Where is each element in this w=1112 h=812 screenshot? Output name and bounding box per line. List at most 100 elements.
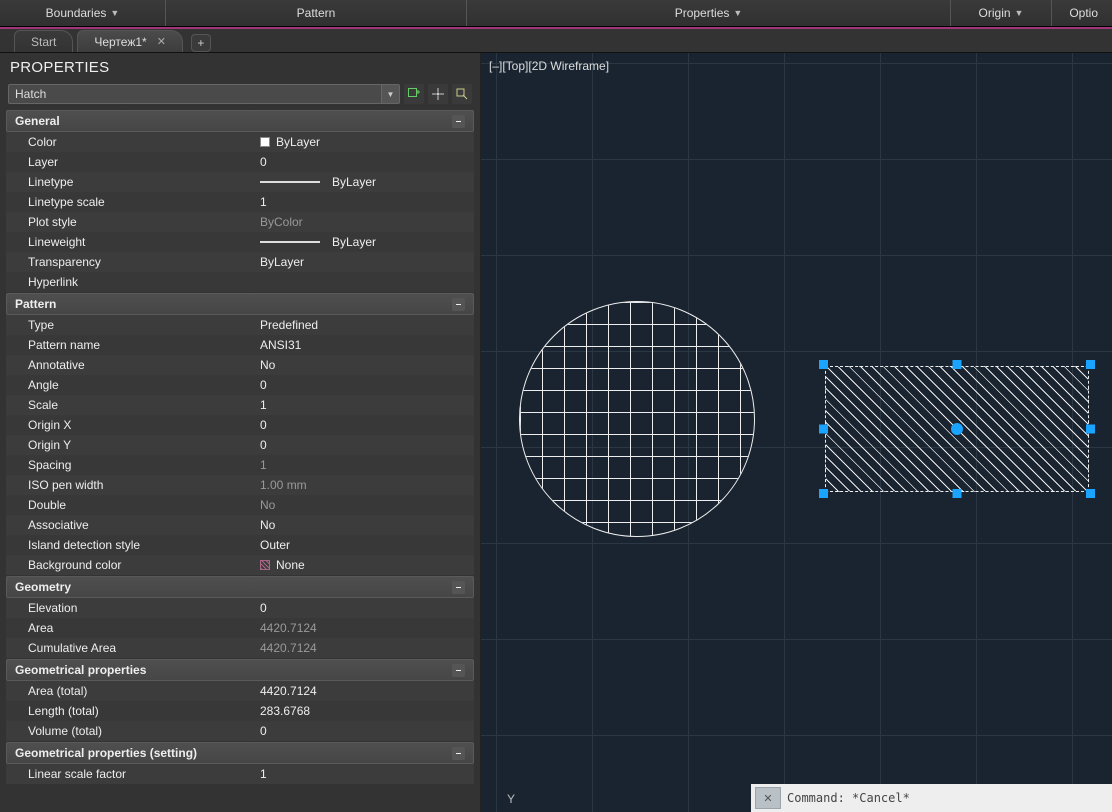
property-value[interactable]: ByLayer: [256, 172, 474, 192]
property-row[interactable]: Area (total)4420.7124: [6, 681, 474, 701]
property-value[interactable]: 283.6768: [256, 701, 474, 721]
property-row[interactable]: Hyperlink: [6, 272, 474, 292]
grip-bm[interactable]: [953, 489, 962, 498]
property-row[interactable]: Pattern nameANSI31: [6, 335, 474, 355]
property-value[interactable]: ByLayer: [256, 252, 474, 272]
selection-dropdown[interactable]: Hatch ▼: [8, 84, 400, 104]
property-row[interactable]: Linear scale factor1: [6, 764, 474, 784]
section-header-general[interactable]: General–: [6, 110, 474, 132]
property-value[interactable]: 0: [256, 598, 474, 618]
viewport[interactable]: [–][Top][2D Wireframe] Y ✕: [480, 53, 1112, 812]
property-value[interactable]: 4420.7124: [256, 681, 474, 701]
grip-ml[interactable]: [819, 425, 828, 434]
property-row[interactable]: Background colorNone: [6, 555, 474, 575]
close-icon[interactable]: ✕: [755, 787, 781, 809]
collapse-icon[interactable]: –: [452, 115, 465, 128]
property-value[interactable]: ANSI31: [256, 335, 474, 355]
property-value[interactable]: 0: [256, 435, 474, 455]
property-value[interactable]: 1: [256, 395, 474, 415]
section-header-pattern[interactable]: Pattern–: [6, 293, 474, 315]
close-icon[interactable]: ✕: [157, 35, 166, 48]
collapse-icon[interactable]: –: [452, 298, 465, 311]
property-row[interactable]: LinetypeByLayer: [6, 172, 474, 192]
property-row[interactable]: Origin X0: [6, 415, 474, 435]
property-value[interactable]: ByColor: [256, 212, 474, 232]
tab-drawing1[interactable]: Чертеж1* ✕: [77, 30, 183, 52]
property-value[interactable]: 1.00 mm: [256, 475, 474, 495]
property-value[interactable]: 4420.7124: [256, 618, 474, 638]
section-header-geometrical-properties-setting[interactable]: Geometrical properties (setting)–: [6, 742, 474, 764]
grip-bl[interactable]: [819, 489, 828, 498]
grip-mr[interactable]: [1086, 425, 1095, 434]
property-row[interactable]: Angle0: [6, 375, 474, 395]
chevron-down-icon[interactable]: ▼: [381, 85, 399, 103]
property-row[interactable]: Cumulative Area4420.7124: [6, 638, 474, 658]
section-header-geometry[interactable]: Geometry–: [6, 576, 474, 598]
ribbon-group-pattern[interactable]: Pattern: [166, 0, 466, 26]
quick-select-icon[interactable]: [452, 84, 472, 104]
property-value[interactable]: 0: [256, 375, 474, 395]
property-row[interactable]: AnnotativeNo: [6, 355, 474, 375]
collapse-icon[interactable]: –: [452, 664, 465, 677]
property-row[interactable]: Length (total)283.6768: [6, 701, 474, 721]
select-objects-icon[interactable]: [428, 84, 448, 104]
property-value[interactable]: 1: [256, 192, 474, 212]
grip-br[interactable]: [1086, 489, 1095, 498]
property-value-text: 4420.7124: [260, 684, 317, 698]
property-row[interactable]: Volume (total)0: [6, 721, 474, 741]
property-row[interactable]: Island detection styleOuter: [6, 535, 474, 555]
property-value[interactable]: None: [256, 555, 474, 575]
property-value[interactable]: No: [256, 355, 474, 375]
property-row[interactable]: Area4420.7124: [6, 618, 474, 638]
property-row[interactable]: Plot styleByColor: [6, 212, 474, 232]
tab-start[interactable]: Start: [14, 30, 73, 52]
ribbon-group-properties[interactable]: Properties▼: [467, 0, 950, 26]
new-tab-button[interactable]: +: [191, 34, 211, 52]
grip-tm[interactable]: [953, 360, 962, 369]
property-value-text: 1.00 mm: [260, 478, 307, 492]
property-row[interactable]: Linetype scale1: [6, 192, 474, 212]
property-value[interactable]: ByLayer: [256, 132, 474, 152]
property-row[interactable]: ISO pen width1.00 mm: [6, 475, 474, 495]
viewport-controls-label[interactable]: [–][Top][2D Wireframe]: [489, 59, 609, 73]
property-row[interactable]: Elevation0: [6, 598, 474, 618]
property-value[interactable]: 0: [256, 415, 474, 435]
property-row[interactable]: DoubleNo: [6, 495, 474, 515]
section-header-geometrical-properties[interactable]: Geometrical properties–: [6, 659, 474, 681]
grip-tr[interactable]: [1086, 360, 1095, 369]
property-row[interactable]: LineweightByLayer: [6, 232, 474, 252]
property-row[interactable]: AssociativeNo: [6, 515, 474, 535]
property-row[interactable]: Origin Y0: [6, 435, 474, 455]
property-value[interactable]: No: [256, 495, 474, 515]
property-value[interactable]: 1: [256, 455, 474, 475]
property-value[interactable]: 0: [256, 152, 474, 172]
property-value[interactable]: ByLayer: [256, 232, 474, 252]
section-geometrical-properties: Geometrical properties–Area (total)4420.…: [6, 659, 474, 741]
property-value[interactable]: 1: [256, 764, 474, 784]
property-value-text: ANSI31: [260, 338, 301, 352]
property-value[interactable]: Predefined: [256, 315, 474, 335]
selected-hatch-rect[interactable]: [819, 360, 1095, 498]
collapse-icon[interactable]: –: [452, 747, 465, 760]
command-bar: ✕: [751, 784, 1112, 812]
toggle-pickadd-icon[interactable]: [404, 84, 424, 104]
collapse-icon[interactable]: –: [452, 581, 465, 594]
property-row[interactable]: ColorByLayer: [6, 132, 474, 152]
grip-tl[interactable]: [819, 360, 828, 369]
property-row[interactable]: Scale1: [6, 395, 474, 415]
ribbon-group-options[interactable]: Optio: [1052, 0, 1112, 26]
property-value[interactable]: No: [256, 515, 474, 535]
ribbon-group-origin[interactable]: Origin▼: [951, 0, 1051, 26]
property-value[interactable]: Outer: [256, 535, 474, 555]
property-value[interactable]: [256, 272, 474, 292]
property-row[interactable]: Spacing1: [6, 455, 474, 475]
property-row[interactable]: TransparencyByLayer: [6, 252, 474, 272]
property-row[interactable]: Layer0: [6, 152, 474, 172]
command-input[interactable]: [787, 788, 1112, 808]
property-row[interactable]: TypePredefined: [6, 315, 474, 335]
property-value[interactable]: 4420.7124: [256, 638, 474, 658]
circle-object[interactable]: [519, 301, 755, 537]
ribbon-group-boundaries[interactable]: Boundaries▼: [0, 0, 165, 26]
grip-center[interactable]: [951, 423, 963, 435]
property-value[interactable]: 0: [256, 721, 474, 741]
